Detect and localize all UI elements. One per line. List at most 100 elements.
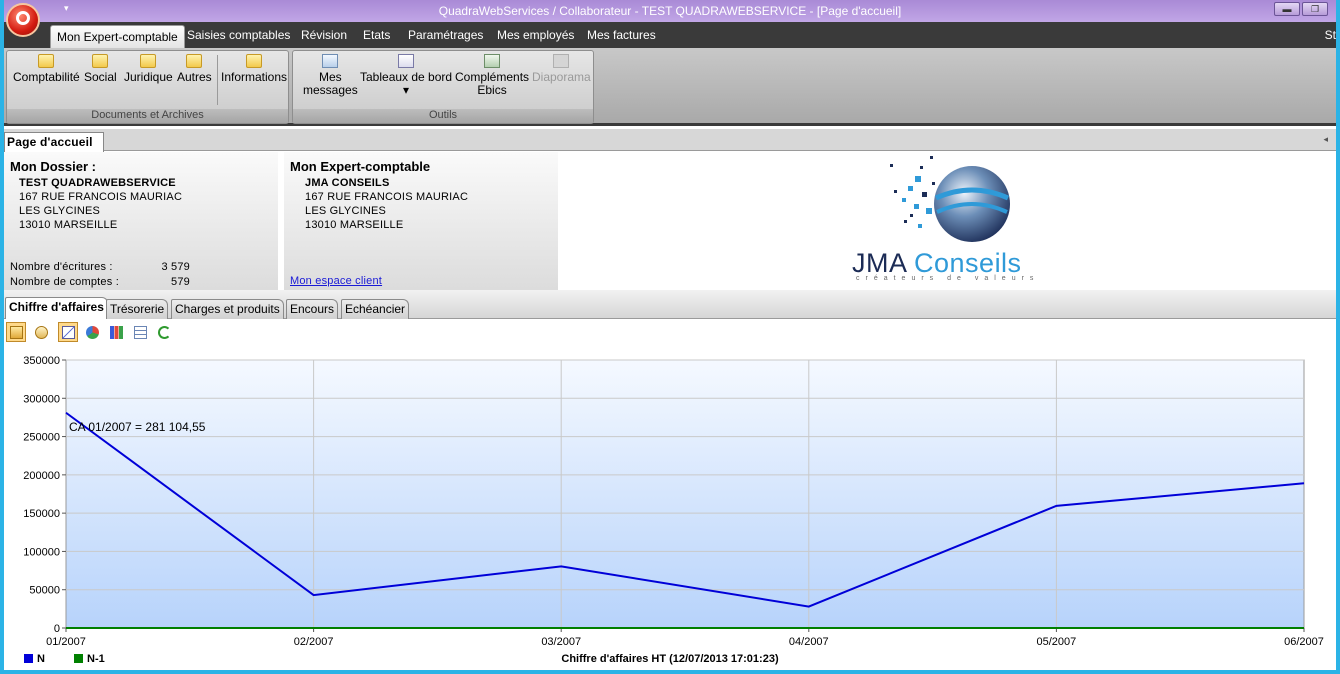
informations-label: Informations — [221, 70, 288, 84]
folder-icon — [246, 54, 263, 68]
dashboard-tab-bar: Chiffre d'affaires Trésorerie Charges et… — [4, 290, 1336, 319]
quick-access-dropdown-icon[interactable]: ▾ — [64, 3, 69, 14]
expert-name: JMA CONSEILS — [305, 177, 390, 189]
tab-charges-produits[interactable]: Charges et produits — [171, 299, 284, 319]
application-menu-icon[interactable] — [6, 3, 40, 37]
logo-name-part2: Conseils — [914, 248, 1022, 278]
ecritures-value: 3 579 — [161, 261, 190, 273]
expert-address-2: LES GLYCINES — [305, 205, 387, 217]
data-point-annotation: CA 01/2007 = 281 104,55 — [69, 420, 206, 434]
tab-overflow[interactable]: St — [1325, 28, 1336, 42]
x-tick-label: 02/2007 — [294, 636, 334, 648]
tab-etats[interactable]: Etats — [363, 28, 390, 42]
autres-label: Autres — [177, 70, 212, 84]
tab-saisies-comptables[interactable]: Saisies comptables — [187, 28, 290, 42]
folder-icon — [140, 54, 157, 68]
social-label: Social — [84, 70, 117, 84]
mes-messages-label-2: messages — [303, 83, 358, 97]
mon-espace-client-link[interactable]: Mon espace client — [290, 275, 382, 287]
x-tick-label: 05/2007 — [1037, 636, 1077, 648]
autres-button[interactable]: Autres — [177, 54, 212, 84]
complements-label-1: Compléments — [455, 70, 530, 84]
documents-group-label: Documents et Archives — [7, 109, 288, 123]
dashboard-chart-icon — [398, 54, 415, 68]
comptes-label: Nombre de comptes : — [10, 276, 119, 288]
bar-chart-icon[interactable] — [106, 322, 126, 342]
tab-mes-employes[interactable]: Mes employés — [497, 28, 574, 42]
tab-echeancier[interactable]: Echéancier — [341, 299, 410, 319]
y-tick-label: 300000 — [23, 393, 60, 405]
application-window: QuadraWebServices / Collaborateur - TEST… — [4, 0, 1336, 670]
x-tick-label: 03/2007 — [541, 636, 581, 648]
x-tick-label: 06/2007 — [1284, 636, 1324, 648]
y-tick-label: 0 — [54, 623, 60, 635]
logo-area: JMA Conseils créateurs de valeurs — [560, 152, 1336, 290]
tab-mes-factures[interactable]: Mes factures — [587, 28, 656, 42]
tab-mon-expert-comptable[interactable]: Mon Expert-comptable — [50, 25, 185, 48]
outils-group-label: Outils — [293, 109, 593, 123]
y-tick-label: 100000 — [23, 546, 60, 558]
tableaux-de-bord-button[interactable]: Tableaux de bord ▾ — [360, 54, 452, 97]
tab-page-accueil[interactable]: Page d'accueil — [4, 132, 104, 152]
tableaux-dropdown-icon[interactable]: ▾ — [403, 83, 409, 97]
y-tick-label: 250000 — [23, 432, 60, 444]
line-chart: 0 50000 100000 150000 200000 250000 300000 3500… — [23, 355, 1324, 648]
tab-parametrages[interactable]: Paramétrages — [408, 28, 483, 42]
slideshow-icon — [553, 54, 570, 68]
ecritures-label: Nombre d'écritures : — [10, 261, 113, 273]
diaporama-button[interactable]: Diaporama — [532, 54, 591, 84]
group-separator — [217, 55, 218, 105]
x-tick-label: 01/2007 — [46, 636, 86, 648]
minimize-button[interactable]: ▬ — [1274, 2, 1300, 16]
tab-revision[interactable]: Révision — [301, 28, 347, 42]
informations-button[interactable]: Informations — [221, 54, 287, 84]
juridique-button[interactable]: Juridique — [124, 54, 173, 84]
document-icon — [484, 54, 501, 68]
dossier-address-1: 167 RUE FRANCOIS MAURIAC — [19, 191, 183, 203]
revenue-chart: 0 50000 100000 150000 200000 250000 300000 3500… — [4, 344, 1336, 670]
dossier-name: TEST QUADRAWEBSERVICE — [19, 177, 176, 189]
tab-encours[interactable]: Encours — [286, 299, 339, 319]
restore-button[interactable]: ❐ — [1302, 2, 1328, 16]
jma-globe-logo — [890, 156, 1010, 242]
tab-chiffre-affaires[interactable]: Chiffre d'affaires — [5, 297, 108, 319]
envelope-icon — [322, 54, 339, 68]
mon-dossier-heading: Mon Dossier : — [10, 159, 96, 174]
expert-city: 13010 MARSEILLE — [305, 219, 404, 231]
juridique-label: Juridique — [124, 70, 173, 84]
folder-icon — [186, 54, 203, 68]
y-tick-label: 150000 — [23, 508, 60, 520]
mon-expert-heading: Mon Expert-comptable — [290, 159, 431, 174]
document-tab-bar: Page d'accueil ◂ — [4, 129, 1336, 152]
chart-toolbar — [4, 320, 1336, 344]
social-button[interactable]: Social — [84, 54, 117, 84]
diaporama-label: Diaporama — [532, 70, 591, 84]
outils-group: Mes messages Tableaux de bord ▾ Compléme… — [292, 50, 594, 124]
comptabilite-button[interactable]: Comptabilité — [13, 54, 80, 84]
ribbon: Comptabilité Social Juridique Autres Inf… — [4, 48, 1336, 126]
y-tick-label: 350000 — [23, 355, 60, 367]
x-tick-label: 04/2007 — [789, 636, 829, 648]
collapse-icon[interactable]: ◂ — [1323, 134, 1328, 145]
3d-chart-icon[interactable] — [6, 322, 26, 342]
mes-messages-label-1: Mes — [319, 70, 342, 84]
chart-caption: Chiffre d'affaires HT (12/07/2013 17:01:… — [561, 653, 779, 665]
comptes-value: 579 — [171, 276, 190, 288]
dossier-city: 13010 MARSEILLE — [19, 219, 118, 231]
refresh-icon[interactable] — [154, 322, 174, 342]
complements-ebics-button[interactable]: Compléments Ebics — [455, 54, 529, 97]
tab-tresorerie[interactable]: Trésorerie — [106, 299, 169, 319]
logo-tagline: créateurs de valeurs — [856, 275, 1040, 282]
title-bar: QuadraWebServices / Collaborateur - TEST… — [4, 0, 1336, 22]
mes-messages-button[interactable]: Mes messages — [303, 54, 358, 97]
window-title: QuadraWebServices / Collaborateur - TEST… — [438, 4, 902, 18]
mon-expert-panel: Mon Expert-comptable JMA CONSEILS 167 RU… — [284, 152, 558, 290]
add-chart-icon[interactable] — [31, 322, 51, 342]
documents-group: Comptabilité Social Juridique Autres Inf… — [6, 50, 289, 124]
ribbon-tab-bar: Mon Expert-comptable Saisies comptables … — [4, 22, 1336, 48]
pie-chart-icon[interactable] — [82, 322, 102, 342]
logo-name-part1: JMA — [852, 248, 915, 278]
y-tick-label: 200000 — [23, 470, 60, 482]
table-icon[interactable] — [130, 322, 150, 342]
line-chart-icon[interactable] — [58, 322, 78, 342]
